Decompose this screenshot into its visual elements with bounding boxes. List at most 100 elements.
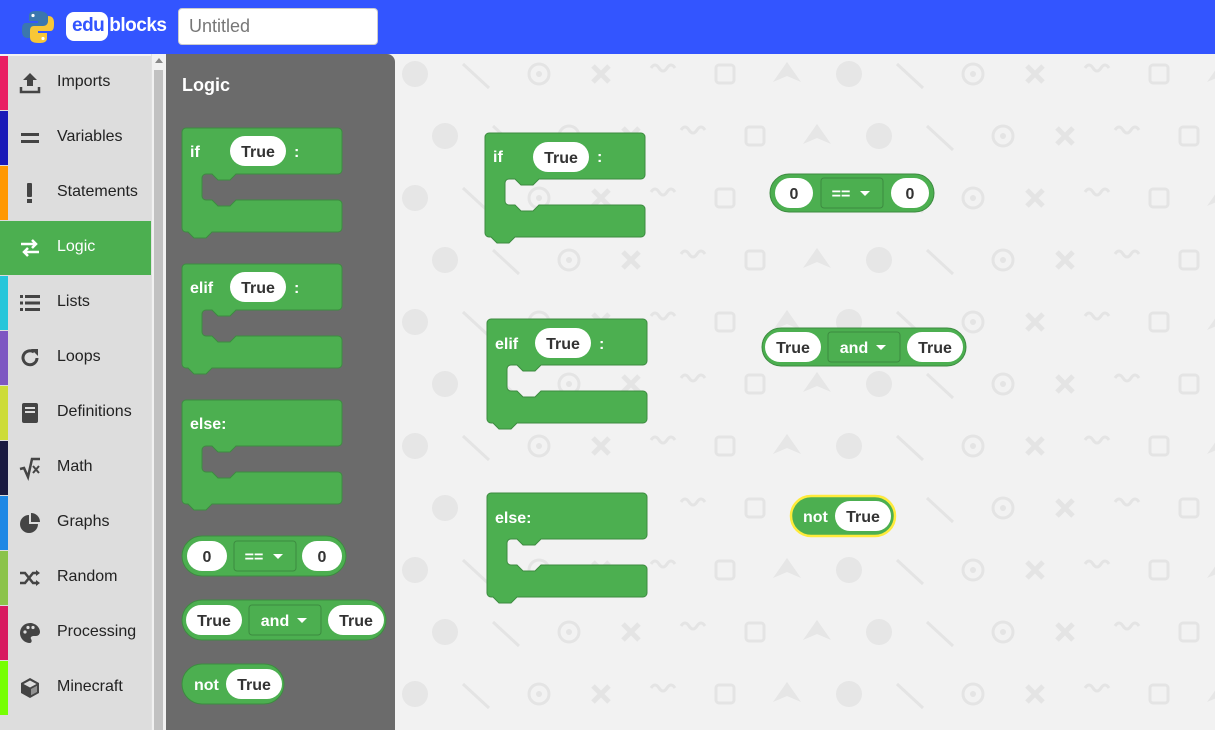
top-header: edu blocks <box>0 0 1215 54</box>
flyout-not-block[interactable]: not True <box>181 663 285 705</box>
category-label: Random <box>57 568 118 585</box>
flyout-and-block[interactable]: True and True <box>181 599 387 641</box>
and-left-value: True <box>197 613 231 630</box>
if-keyword: if <box>190 144 200 161</box>
compare-left-value: 0 <box>790 186 799 203</box>
palette-icon <box>20 623 40 643</box>
square-root-icon <box>19 457 40 481</box>
compare-operator: == <box>832 186 851 203</box>
flyout-compare-block[interactable]: 0 == 0 <box>181 535 347 577</box>
category-label: Graphs <box>57 513 110 530</box>
compare-operator-dropdown[interactable] <box>233 540 297 572</box>
category-processing[interactable]: Processing <box>0 606 151 660</box>
category-label: Definitions <box>57 403 132 420</box>
category-loops[interactable]: Loops <box>0 331 151 385</box>
project-name-input[interactable] <box>178 8 378 45</box>
category-definitions[interactable]: Definitions <box>0 386 151 440</box>
workspace-compare-block[interactable]: 0 == 0 <box>769 173 935 213</box>
workspace-blocks: if True : elif True : else: 0 == 0 True … <box>484 132 967 604</box>
category-variables[interactable]: Variables <box>0 111 151 165</box>
elif-condition-value: True <box>241 280 275 297</box>
workspace-elif-block[interactable]: elif True : <box>486 318 648 430</box>
workspace-not-block[interactable]: not True <box>789 494 897 538</box>
category-math[interactable]: Math <box>0 441 151 495</box>
category-color-bar <box>0 661 8 715</box>
category-label: Variables <box>57 128 123 145</box>
category-random[interactable]: Random <box>0 551 151 605</box>
if-condition-value: True <box>544 150 578 167</box>
if-keyword: if <box>493 149 503 166</box>
flyout-elif-block[interactable]: elif True : <box>181 263 343 375</box>
category-graphs[interactable]: Graphs <box>0 496 151 550</box>
list-icon <box>20 295 40 311</box>
blocks-workspace[interactable]: if True : elif True : else: 0 == 0 True … <box>395 54 1215 730</box>
edublocks-logo: edu blocks <box>66 9 167 43</box>
flyout-else-block[interactable]: else: <box>181 399 343 511</box>
not-keyword: not <box>194 677 220 694</box>
category-label: Minecraft <box>57 678 123 695</box>
category-label: Lists <box>57 293 90 310</box>
not-keyword: not <box>803 509 829 526</box>
category-label: Loops <box>57 348 101 365</box>
upload-icon <box>19 73 41 94</box>
category-color-bar <box>0 166 8 220</box>
swap-arrows-icon <box>21 239 39 257</box>
toolbox-scrollbar[interactable] <box>151 54 166 730</box>
and-left-value: True <box>776 340 810 357</box>
not-value: True <box>846 509 880 526</box>
and-right-value: True <box>339 613 373 630</box>
not-value: True <box>237 677 271 694</box>
book-icon <box>22 403 38 423</box>
compare-left-value: 0 <box>203 549 212 566</box>
compare-operator: == <box>245 549 264 566</box>
logo-blocks-text: blocks <box>109 15 167 36</box>
scroll-up-arrow-icon[interactable] <box>155 58 163 63</box>
else-keyword: else: <box>190 416 226 433</box>
and-operator: and <box>840 340 868 357</box>
flyout-blocks: if True : elif True : else: 0 == 0 True … <box>181 127 387 705</box>
logo-edu-text: edu <box>66 11 109 41</box>
category-color-bar <box>0 111 8 165</box>
scroll-thumb[interactable] <box>154 70 163 730</box>
python-logo-icon <box>22 11 54 43</box>
category-label: Logic <box>57 238 96 255</box>
compare-operator-dropdown[interactable] <box>820 177 884 209</box>
category-logic[interactable]: Logic <box>0 221 151 275</box>
cube-icon <box>21 678 39 698</box>
category-lists[interactable]: Lists <box>0 276 151 330</box>
category-color-bar <box>0 551 8 605</box>
category-color-bar <box>0 221 8 275</box>
category-statements[interactable]: Statements <box>0 166 151 220</box>
category-label: Statements <box>57 183 138 200</box>
pie-chart-icon <box>20 513 40 533</box>
redo-icon <box>21 349 39 367</box>
category-color-bar <box>0 441 8 495</box>
toolbox-sidebar: Imports Variables Statements Logic Lists Loop… <box>0 56 151 730</box>
elif-colon: : <box>599 336 604 353</box>
category-label: Processing <box>57 623 137 640</box>
else-keyword: else: <box>495 510 531 527</box>
if-colon: : <box>597 149 602 166</box>
equals-icon <box>21 133 39 143</box>
category-label: Imports <box>57 73 111 90</box>
category-imports[interactable]: Imports <box>0 56 151 110</box>
category-minecraft[interactable]: Minecraft <box>0 661 151 715</box>
compare-right-value: 0 <box>906 186 915 203</box>
and-right-value: True <box>918 340 952 357</box>
and-operator: and <box>261 613 289 630</box>
exclamation-icon <box>27 183 32 203</box>
workspace-if-block[interactable]: if True : <box>484 132 646 244</box>
flyout-if-block[interactable]: if True : <box>181 127 343 239</box>
workspace-and-block[interactable]: True and True <box>761 327 967 367</box>
category-color-bar <box>0 496 8 550</box>
category-color-bar <box>0 331 8 385</box>
category-color-bar <box>0 276 8 330</box>
if-colon: : <box>294 144 299 161</box>
if-condition-value: True <box>241 144 275 161</box>
elif-colon: : <box>294 280 299 297</box>
workspace-else-block[interactable]: else: <box>486 492 648 604</box>
logic-flyout: Logic if True : elif True : else: 0 == 0… <box>166 54 395 730</box>
category-color-bar <box>0 606 8 660</box>
elif-keyword: elif <box>495 336 519 353</box>
category-color-bar <box>0 56 8 110</box>
